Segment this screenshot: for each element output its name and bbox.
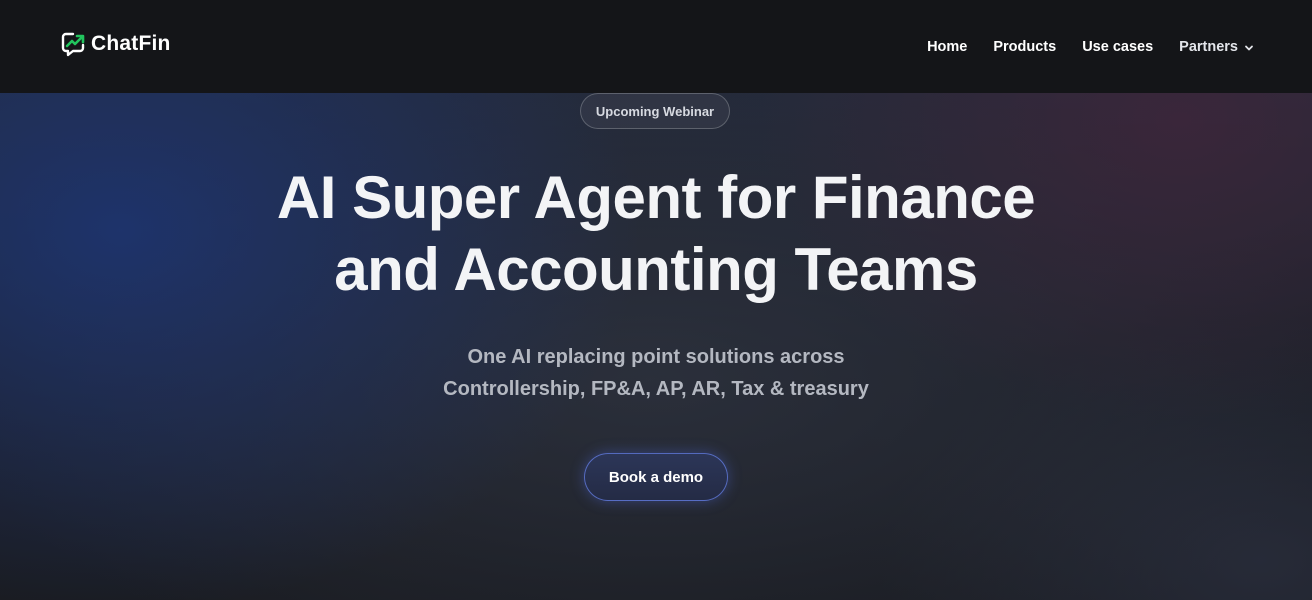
- nav-item-home[interactable]: Home: [927, 39, 967, 55]
- hero-headline-line-2: and Accounting Teams: [334, 236, 978, 303]
- landing-page: ChatFin Home Products Use cases Partners…: [0, 0, 1312, 600]
- hero-headline: AI Super Agent for Finance and Accountin…: [0, 162, 1312, 306]
- hero-subheadline-line-1: One AI replacing point solutions across: [467, 346, 845, 368]
- hero-headline-line-1: AI Super Agent for Finance: [276, 164, 1036, 231]
- nav-item-products[interactable]: Products: [993, 39, 1056, 55]
- hero-subheadline-line-2: Controllership, FP&A, AP, AR, Tax & trea…: [443, 378, 869, 400]
- nav-item-partners-label: Partners: [1179, 39, 1238, 55]
- chevron-down-icon: [1245, 45, 1253, 50]
- nav-item-partners[interactable]: Partners: [1179, 39, 1254, 55]
- hero-subheadline: One AI replacing point solutions across …: [0, 341, 1312, 405]
- nav-item-use-cases[interactable]: Use cases: [1082, 39, 1153, 55]
- chatfin-logo-icon: [61, 32, 85, 56]
- book-demo-button[interactable]: Book a demo: [584, 453, 728, 501]
- brand-name: ChatFin: [91, 31, 171, 55]
- upcoming-webinar-badge[interactable]: Upcoming Webinar: [580, 93, 730, 129]
- brand-logo[interactable]: ChatFin: [60, 30, 171, 58]
- main-nav: Home Products Use cases Partners: [927, 39, 1254, 55]
- top-navbar: ChatFin Home Products Use cases Partners: [0, 0, 1312, 93]
